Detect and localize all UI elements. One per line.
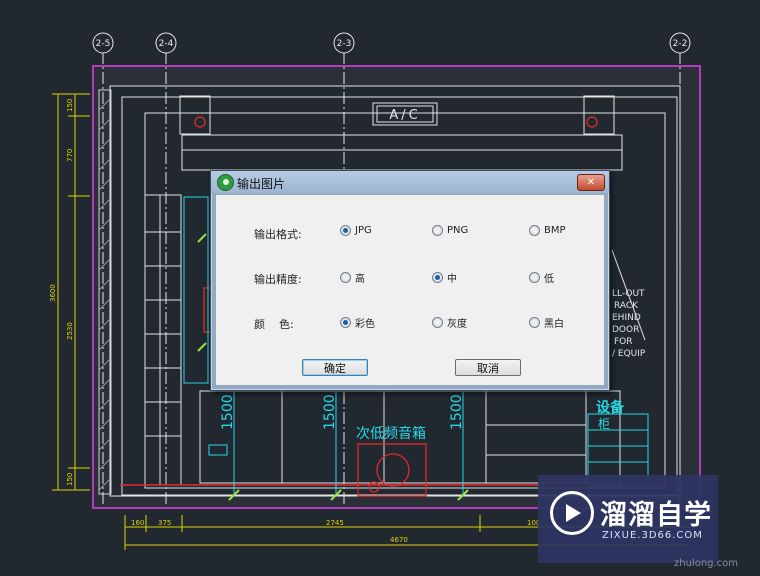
site-watermark: zhulong.com xyxy=(674,558,739,569)
format-row: 输出格式: JPG PNG BMP xyxy=(216,224,604,242)
precision-option-low[interactable]: 低 xyxy=(529,270,554,285)
dim-label: 375 xyxy=(158,519,171,527)
format-option-jpg[interactable]: JPG xyxy=(340,225,372,236)
app-logo-icon xyxy=(217,174,234,191)
export-image-dialog: 输出图片 ✕ 输出格式: JPG PNG BMP 输出精度: 高 中 低 颜 色… xyxy=(210,170,610,391)
close-button[interactable]: ✕ xyxy=(577,174,605,191)
dim-label: 2530 xyxy=(66,322,74,340)
dim-label: 150 xyxy=(66,99,74,112)
dialog-body: 输出格式: JPG PNG BMP 输出精度: 高 中 低 颜 色: 彩色 灰度… xyxy=(215,194,605,386)
dim-label: 4670 xyxy=(390,536,408,544)
dialog-titlebar[interactable]: 输出图片 ✕ xyxy=(211,171,609,193)
side-note-line: RACK xyxy=(614,301,639,311)
dim-label: 1500 xyxy=(449,394,465,430)
dim-label: 1500 xyxy=(322,394,338,430)
grid-label: 2-5 xyxy=(96,39,111,49)
side-note-line: FOR xyxy=(614,337,633,347)
ok-button[interactable]: 确定 xyxy=(302,359,368,376)
side-note-line: DOOR xyxy=(612,325,639,335)
cancel-button[interactable]: 取消 xyxy=(455,359,521,376)
dim-label: 160 xyxy=(131,519,144,527)
equipment-label: 设备 xyxy=(596,399,625,416)
side-note-line: / EQUIP xyxy=(612,349,646,359)
color-row: 颜 色: 彩色 灰度 黑白 xyxy=(216,314,604,332)
format-option-bmp[interactable]: BMP xyxy=(529,225,566,236)
precision-row: 输出精度: 高 中 低 xyxy=(216,269,604,287)
radio-icon[interactable] xyxy=(432,225,443,236)
dim-label: 2745 xyxy=(326,519,344,527)
precision-option-high[interactable]: 高 xyxy=(340,270,365,285)
radio-icon[interactable] xyxy=(529,317,540,328)
dialog-title: 输出图片 xyxy=(237,177,286,191)
radio-icon[interactable] xyxy=(340,272,351,283)
radio-icon[interactable] xyxy=(340,317,351,328)
radio-icon[interactable] xyxy=(340,225,351,236)
radio-icon[interactable] xyxy=(529,272,540,283)
radio-icon[interactable] xyxy=(432,272,443,283)
dim-label: 770 xyxy=(66,149,74,162)
watermark-logo: 溜溜自学 ZIXUE.3D66.COM xyxy=(538,475,718,563)
logo-url: ZIXUE.3D66.COM xyxy=(602,530,703,541)
grid-label: 2-3 xyxy=(337,39,352,49)
subwoofer-label: 次低频音箱 xyxy=(356,425,426,442)
dim-label: 3600 xyxy=(49,284,57,302)
left-dim-labels: 150 770 3600 2530 150 xyxy=(49,99,74,486)
ac-label: A/C xyxy=(389,108,420,123)
dim-label: 150 xyxy=(66,473,74,486)
color-label: 颜 色: xyxy=(254,318,294,331)
grid-label: 2-2 xyxy=(673,39,688,49)
precision-label: 输出精度: xyxy=(254,273,302,286)
play-logo-icon xyxy=(550,491,594,535)
grid-bubbles: 2-5 2-4 2-3 2-2 xyxy=(92,32,691,54)
format-option-png[interactable]: PNG xyxy=(432,225,468,236)
format-label: 输出格式: xyxy=(254,228,302,241)
color-option-color[interactable]: 彩色 xyxy=(340,315,375,330)
precision-option-medium[interactable]: 中 xyxy=(432,270,457,285)
color-option-bw[interactable]: 黑白 xyxy=(529,315,564,330)
dim-label: 1500 xyxy=(220,394,236,430)
equipment-label-2: 柜 xyxy=(598,417,610,431)
close-icon: ✕ xyxy=(586,176,596,188)
color-option-gray[interactable]: 灰度 xyxy=(432,315,467,330)
logo-name: 溜溜自学 xyxy=(600,500,712,531)
grid-label: 2-4 xyxy=(159,39,174,49)
bottom-dim-labels: 160 375 2745 100 4670 xyxy=(131,519,540,544)
radio-icon[interactable] xyxy=(432,317,443,328)
radio-icon[interactable] xyxy=(529,225,540,236)
